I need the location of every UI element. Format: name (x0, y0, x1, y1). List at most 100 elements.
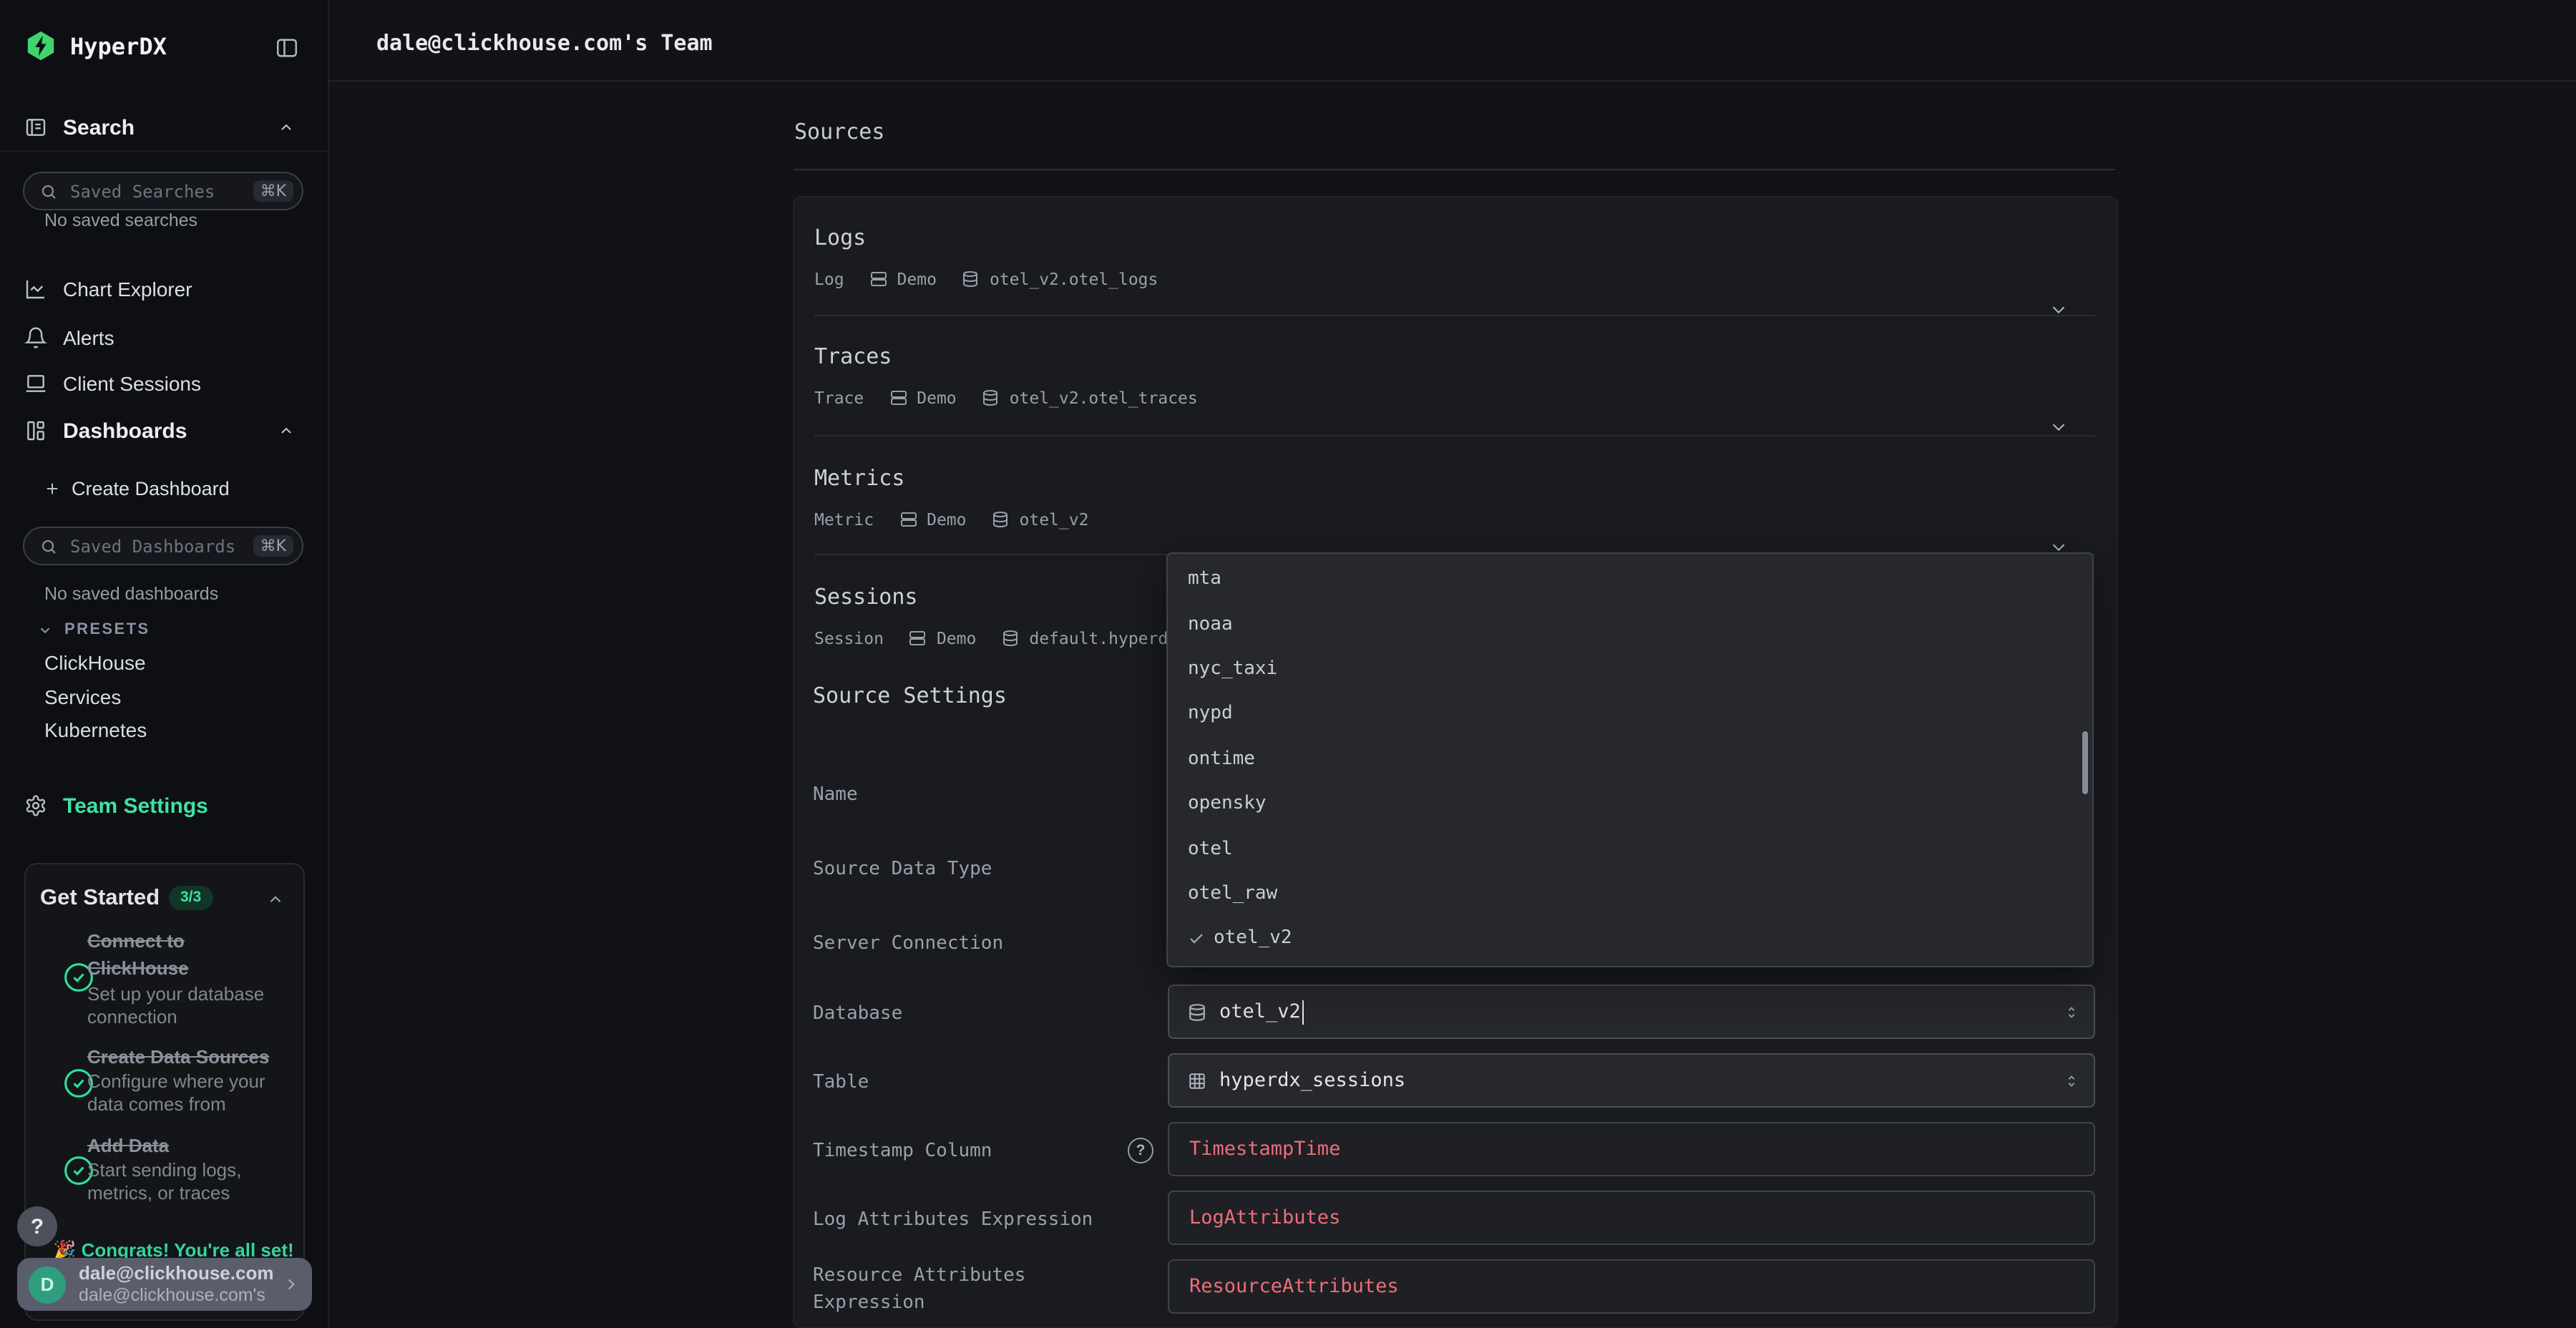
table-value: hyperdx_sessions (1219, 1069, 1405, 1092)
sidebar-item-dashboards[interactable]: Dashboards (0, 411, 329, 451)
dashboard-icon (24, 419, 47, 442)
gear-icon (24, 794, 47, 817)
no-saved-searches-note: No saved searches (44, 210, 197, 230)
database-icon (1002, 630, 1019, 647)
search-icon (40, 182, 57, 200)
source-table: otel_v2 (1020, 509, 1089, 529)
server-connection-label: Server Connection (813, 932, 1003, 959)
table-icon (1188, 1071, 1206, 1090)
dropdown-option-nyc-taxi[interactable]: nyc_taxi (1168, 647, 2092, 692)
saved-dashboards-input[interactable] (67, 534, 253, 557)
help-button[interactable]: ? (17, 1206, 57, 1246)
resource-attributes-label-line1: Resource Attributes (813, 1265, 1025, 1286)
sources-heading: Sources (794, 119, 884, 145)
chevron-down-icon[interactable] (2048, 299, 2069, 321)
help-icon[interactable]: ? (1128, 1138, 1153, 1163)
sidebar-item-chart-explorer[interactable]: Chart Explorer (0, 269, 329, 309)
source-kind: Trace (814, 388, 864, 408)
source-section-title-metrics: Metrics (814, 465, 904, 491)
create-dashboard-label: Create Dashboard (72, 477, 230, 499)
sidebar-item-label: Client Sessions (63, 372, 201, 395)
dropdown-option-nypd[interactable]: nypd (1168, 691, 2092, 736)
source-section-title-sessions: Sessions (814, 584, 918, 610)
dropdown-option-mta[interactable]: mta (1168, 557, 2092, 602)
get-started-item-desc: Start sending logs, metrics, or traces (87, 1159, 288, 1206)
table-select[interactable]: hyperdx_sessions (1168, 1053, 2095, 1108)
dropdown-option-label: otel (1188, 838, 1233, 859)
source-data-type-label: Source Data Type (813, 857, 992, 884)
dropdown-option-otel-v2[interactable]: otel_v2 (1168, 916, 2092, 961)
log-attributes-label: Log Attributes Expression (813, 1208, 1093, 1235)
create-dashboard-button[interactable]: Create Dashboard (0, 468, 329, 508)
database-dropdown: mta noaa nyc_taxi nypd ontime opensky ot… (1166, 552, 2094, 967)
preset-services[interactable]: Services (44, 685, 121, 708)
server-icon (909, 630, 927, 647)
dropdown-option-ontime[interactable]: ontime (1168, 736, 2092, 781)
name-label: Name (813, 783, 858, 810)
dropdown-option-label: otel_raw (1188, 883, 1277, 904)
database-icon (992, 511, 1010, 528)
preset-kubernetes[interactable]: Kubernetes (44, 718, 147, 741)
get-started-title: Get Started (40, 886, 160, 912)
user-menu[interactable]: D dale@clickhouse.com dale@clickhouse.co… (17, 1258, 312, 1311)
laptop-icon (24, 372, 47, 395)
sidebar-item-label: Alerts (63, 326, 114, 349)
get-started-item-title[interactable]: Create Data Sources (87, 1045, 331, 1072)
get-started-item-title[interactable]: Add Data (87, 1133, 331, 1161)
avatar: D (29, 1266, 66, 1303)
sidebar-collapse-icon[interactable] (275, 36, 299, 60)
dropdown-option-label: nypd (1188, 703, 1233, 725)
saved-searches-search[interactable]: ⌘K (23, 172, 303, 210)
source-table: otel_v2.otel_traces (1010, 388, 1198, 408)
get-started-item-title[interactable]: Connect to ClickHouse (87, 929, 230, 982)
database-icon (962, 270, 980, 288)
dropdown-option-opensky[interactable]: opensky (1168, 781, 2092, 826)
dropdown-option-otel[interactable]: otel (1168, 826, 2092, 872)
resource-attributes-value: ResourceAttributes (1189, 1275, 1399, 1298)
hyperdx-logo-icon (24, 29, 57, 63)
database-icon (982, 389, 1000, 406)
source-kind: Session (814, 628, 884, 648)
source-connection: Demo (897, 269, 937, 289)
dropdown-option-otel-raw[interactable]: otel_raw (1168, 871, 2092, 916)
source-section-title-traces: Traces (814, 343, 892, 369)
top-bar: dale@clickhouse.com's Team (329, 0, 2576, 82)
sidebar-divider (0, 150, 329, 152)
log-attributes-input[interactable]: LogAttributes (1168, 1191, 2095, 1245)
get-started-item-desc: Set up your database connection (87, 983, 305, 1030)
server-icon (870, 270, 887, 288)
saved-dashboards-search[interactable]: ⌘K (23, 527, 303, 565)
bell-icon (24, 326, 47, 349)
dropdown-option-noaa[interactable]: noaa (1168, 602, 2092, 647)
selector-icon (2064, 1071, 2079, 1090)
selector-icon (2064, 1002, 2079, 1021)
sidebar-item-client-sessions[interactable]: Client Sessions (0, 363, 329, 404)
presets-label: PRESETS (64, 621, 150, 638)
check-icon (1188, 930, 1205, 947)
source-kind: Log (814, 269, 844, 289)
resource-attributes-input[interactable]: ResourceAttributes (1168, 1259, 2095, 1314)
source-kind: Metric (814, 509, 874, 529)
timestamp-column-input[interactable]: TimestampTime (1168, 1122, 2095, 1176)
saved-searches-input[interactable] (67, 180, 253, 202)
line-chart-icon (24, 278, 47, 301)
source-settings-heading: Source Settings (813, 683, 1007, 708)
search-panel-icon (24, 116, 47, 139)
shortcut-badge: ⌘K (253, 535, 293, 557)
source-connection: Demo (927, 509, 966, 529)
chevron-up-icon (278, 422, 295, 439)
chevron-right-icon (282, 1275, 301, 1294)
sidebar-item-alerts[interactable]: Alerts (0, 318, 329, 358)
chevron-up-icon[interactable] (266, 890, 285, 909)
sidebar-item-team-settings[interactable]: Team Settings (0, 786, 329, 826)
dropdown-scrollbar[interactable] (2082, 731, 2088, 794)
app-window: HyperDX Search ⌘K No saved searches (0, 0, 2576, 1328)
main-content: Sources Logs Log Demo otel_v2.otel_logs (329, 83, 2576, 1328)
server-icon (889, 389, 907, 406)
database-select[interactable]: otel_v2 (1168, 985, 2095, 1039)
presets-toggle[interactable]: PRESETS (0, 610, 329, 650)
preset-clickhouse[interactable]: ClickHouse (44, 651, 146, 674)
sidebar-section-search[interactable]: Search (0, 107, 329, 147)
dropdown-option-label: otel_v2 (1214, 928, 1292, 949)
source-connection: Demo (917, 388, 956, 408)
